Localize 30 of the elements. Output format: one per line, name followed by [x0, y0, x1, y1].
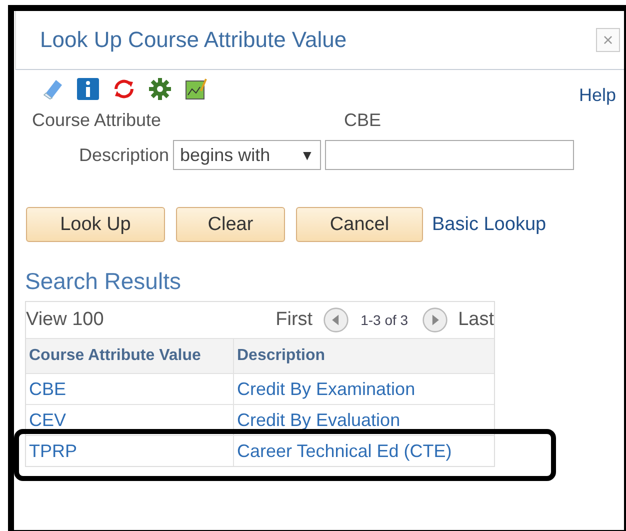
- chart-edit-icon[interactable]: [184, 77, 208, 101]
- next-icon[interactable]: [422, 307, 448, 333]
- action-button[interactable]: Clear: [176, 207, 285, 242]
- last-label: Last: [458, 309, 494, 331]
- view-all-link[interactable]: View 100: [26, 309, 104, 331]
- field-label: Description: [79, 144, 170, 166]
- column-header: Description: [236, 346, 326, 366]
- table-cell[interactable]: Career Technical Ed (CTE): [234, 436, 494, 466]
- row-count: 1-3 of 3: [360, 312, 408, 328]
- help-link[interactable]: Help: [578, 84, 616, 106]
- section-title: Search Results: [25, 268, 182, 295]
- column-header: Course Attribute Value: [26, 339, 234, 373]
- gear-icon[interactable]: [148, 77, 172, 101]
- field-value: CBE: [344, 110, 382, 131]
- action-button[interactable]: Look Up: [26, 207, 165, 242]
- table-cell[interactable]: TPRP: [26, 436, 234, 466]
- window-title: Look Up Course Attribute Value: [40, 27, 347, 53]
- basic-lookup-link[interactable]: Basic Lookup: [432, 214, 546, 236]
- field-label: Course Attribute: [32, 110, 162, 131]
- table-cell[interactable]: Credit By Examination: [234, 374, 494, 404]
- first-label: First: [276, 309, 313, 331]
- refresh-icon[interactable]: [112, 77, 136, 101]
- operator-dropdown[interactable]: begins with ▼: [173, 140, 322, 170]
- table-cell[interactable]: Credit By Evaluation: [234, 405, 494, 435]
- info-icon[interactable]: [76, 77, 100, 101]
- table-cell[interactable]: CBE: [26, 374, 234, 404]
- action-button[interactable]: Cancel: [296, 207, 423, 242]
- description-input[interactable]: [325, 140, 574, 170]
- table-cell[interactable]: CEV: [26, 405, 234, 435]
- previous-icon[interactable]: [322, 307, 349, 333]
